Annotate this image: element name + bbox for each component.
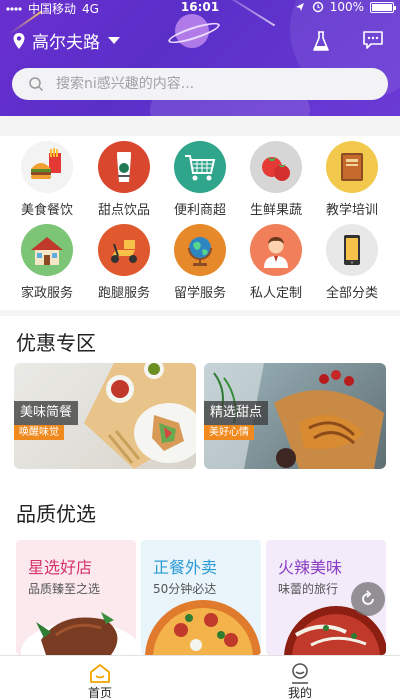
category-custom[interactable]: 私人定制 bbox=[238, 224, 314, 301]
home-icon bbox=[90, 664, 110, 683]
planet-decoration bbox=[175, 14, 209, 48]
quality-card-star-shop[interactable]: 星选好店 品质臻至之选 bbox=[16, 540, 136, 655]
category-dessert-drinks[interactable]: 甜点饮品 bbox=[86, 141, 162, 218]
quality-card-takeout[interactable]: 正餐外卖 50分钟必达 bbox=[141, 540, 261, 655]
promo-card-tag: 唤醒味觉 bbox=[14, 425, 64, 440]
scooter-icon bbox=[98, 224, 150, 276]
status-bar: 中国移动 4G 16:01 100% bbox=[0, 0, 400, 16]
flask-icon[interactable] bbox=[310, 30, 332, 54]
category-all[interactable]: 全部分类 bbox=[314, 224, 390, 301]
tab-home[interactable]: 首页 bbox=[70, 662, 130, 700]
category-label: 生鲜果蔬 bbox=[249, 203, 302, 218]
category-label: 便利商超 bbox=[173, 203, 226, 218]
category-label: 跑腿服务 bbox=[97, 286, 150, 301]
location-pin-icon bbox=[13, 32, 25, 49]
promo-card-dessert[interactable]: 精选甜点 美好心情 bbox=[204, 363, 386, 469]
coffee-cup-icon bbox=[98, 141, 150, 193]
promo-card-tag: 美好心情 bbox=[204, 425, 254, 440]
search-icon bbox=[29, 77, 44, 92]
search-bar[interactable] bbox=[12, 68, 388, 100]
category-errands[interactable]: 跑腿服务 bbox=[86, 224, 162, 301]
phone-icon bbox=[326, 224, 378, 276]
profile-icon bbox=[292, 663, 308, 684]
category-label: 留学服务 bbox=[173, 286, 226, 301]
tomato-icon bbox=[250, 141, 302, 193]
alarm-icon bbox=[312, 1, 323, 13]
location-label: 高尔夫路 bbox=[32, 33, 100, 53]
location-selector[interactable]: 高尔夫路 bbox=[12, 28, 120, 53]
steak-photo bbox=[21, 612, 136, 655]
category-label: 教学培训 bbox=[325, 203, 378, 218]
location-status-icon bbox=[295, 3, 304, 11]
tab-bar: 首页 我的 bbox=[0, 655, 400, 700]
person-icon bbox=[250, 224, 302, 276]
header: 中国移动 4G 16:01 100% 高尔夫路 bbox=[0, 0, 400, 116]
house-icon bbox=[21, 224, 73, 276]
category-grid: 美食餐饮 甜点饮品 便利商超 生鲜果蔬 教学培训 家政服务 跑腿服务 留学服务 … bbox=[0, 136, 400, 310]
promo-card-title: 美味简餐 bbox=[14, 401, 79, 425]
refresh-button[interactable] bbox=[351, 582, 385, 616]
section-title-promo: 优惠专区 bbox=[16, 331, 96, 355]
globe-icon bbox=[174, 224, 226, 276]
chevron-down-icon bbox=[108, 37, 120, 44]
search-input[interactable] bbox=[56, 76, 356, 92]
promo-card-meal[interactable]: 美味简餐 唤醒味觉 bbox=[14, 363, 196, 469]
battery-icon bbox=[370, 1, 396, 13]
category-convenience-store[interactable]: 便利商超 bbox=[162, 141, 238, 218]
tab-label: 首页 bbox=[87, 686, 112, 700]
category-label: 全部分类 bbox=[325, 286, 378, 301]
shopping-cart-icon bbox=[174, 141, 226, 193]
refresh-icon bbox=[362, 590, 374, 605]
battery-percent: 100% bbox=[329, 0, 364, 14]
tab-profile[interactable]: 我的 bbox=[270, 662, 330, 700]
category-housekeeping[interactable]: 家政服务 bbox=[9, 224, 85, 301]
pizza-photo bbox=[145, 600, 261, 655]
category-fresh-produce[interactable]: 生鲜果蔬 bbox=[238, 141, 314, 218]
category-label: 私人定制 bbox=[249, 286, 302, 301]
category-label: 甜点饮品 bbox=[97, 203, 150, 218]
burger-fries-icon bbox=[21, 141, 73, 193]
category-label: 美食餐饮 bbox=[20, 203, 73, 218]
tab-label: 我的 bbox=[287, 686, 312, 700]
book-icon bbox=[326, 141, 378, 193]
category-education[interactable]: 教学培训 bbox=[314, 141, 390, 218]
category-food[interactable]: 美食餐饮 bbox=[9, 141, 85, 218]
promo-card-title: 精选甜点 bbox=[204, 401, 269, 425]
category-study-abroad[interactable]: 留学服务 bbox=[162, 224, 238, 301]
category-label: 家政服务 bbox=[20, 286, 73, 301]
section-title-quality: 品质优选 bbox=[16, 502, 96, 526]
message-icon[interactable] bbox=[362, 30, 384, 50]
